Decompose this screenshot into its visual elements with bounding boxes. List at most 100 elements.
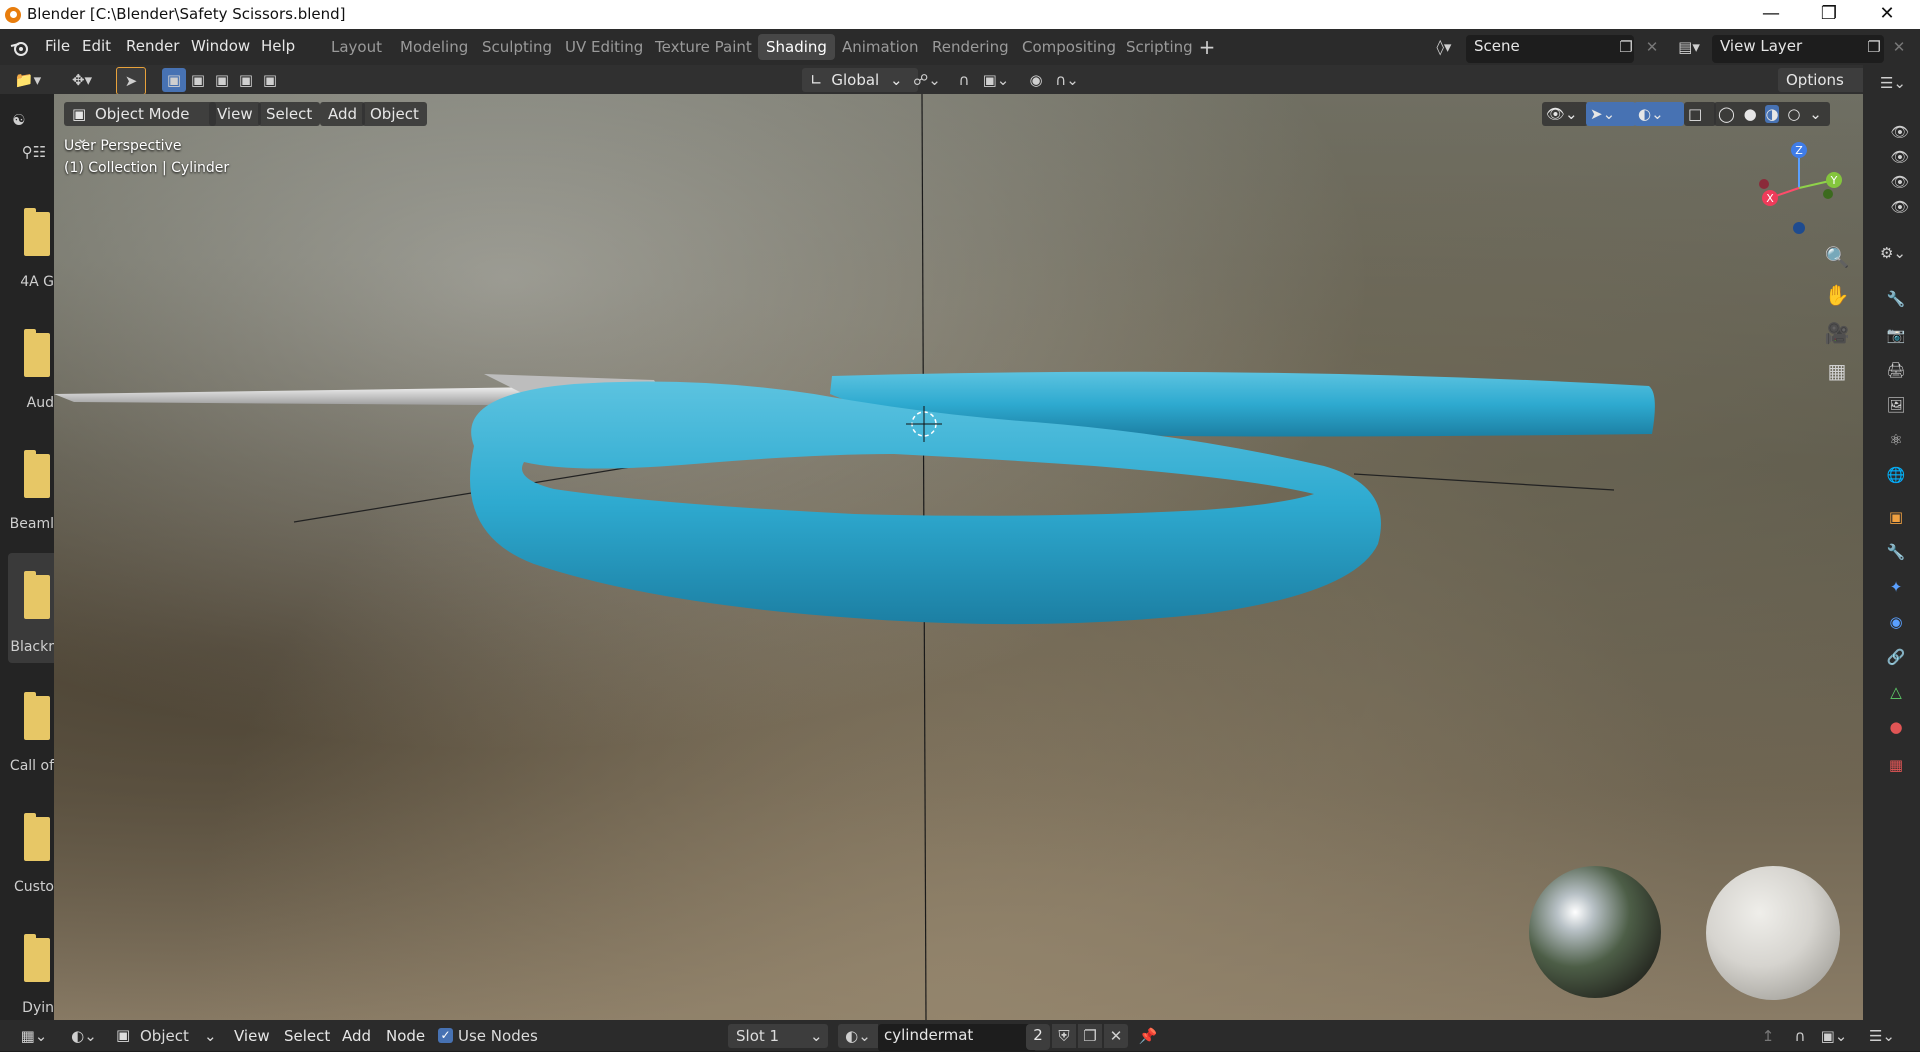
menu-help[interactable]: Help xyxy=(261,37,295,55)
solid-shading-icon[interactable]: ● xyxy=(1744,105,1757,123)
tab-scripting[interactable]: Scripting xyxy=(1118,34,1201,60)
modifier-properties-icon[interactable]: 🔧 xyxy=(1881,538,1911,566)
close-icon[interactable]: ✕ xyxy=(1858,0,1916,29)
list-item[interactable]: Dyin xyxy=(0,920,54,1030)
object-properties-icon[interactable]: ▣ xyxy=(1881,503,1911,531)
scene-properties-icon[interactable]: ⚛ xyxy=(1881,426,1911,454)
shader-node-menu[interactable]: Node xyxy=(386,1027,425,1045)
tab-modeling[interactable]: Modeling xyxy=(392,34,476,60)
output-properties-icon[interactable]: 🖨 xyxy=(1881,356,1911,384)
visibility-filter-icon[interactable]: 👁⌄ xyxy=(1542,102,1588,126)
shader-editor-type-icon[interactable]: ▦⌄ xyxy=(14,1024,54,1048)
shader-type-icon[interactable]: ◐⌄ xyxy=(66,1024,102,1048)
wireframe-shading-icon[interactable]: ◯ xyxy=(1718,105,1735,123)
perspective-toggle-icon[interactable]: ▦ xyxy=(1822,356,1852,386)
chevron-down-icon[interactable]: ⌄ xyxy=(1809,105,1822,123)
new-scene-icon[interactable]: ❐ xyxy=(1614,35,1638,59)
node-sidebar-toggle-icon[interactable]: ☰⌄ xyxy=(1864,1024,1900,1048)
list-item[interactable]: Custo xyxy=(0,799,54,909)
menu-window[interactable]: Window xyxy=(191,37,250,55)
maximize-icon[interactable]: ❐ xyxy=(1800,0,1858,29)
eye-icon[interactable]: 👁 xyxy=(1887,171,1913,193)
tab-texture-paint[interactable]: Texture Paint xyxy=(647,34,760,60)
unlink-material-icon[interactable]: ✕ xyxy=(1104,1024,1128,1048)
select-tool-icon[interactable]: ➤ xyxy=(116,67,146,95)
proportional-falloff-icon[interactable]: ∩⌄ xyxy=(1050,68,1084,92)
mode-dropdown[interactable]: ▣ Object Mode ⌄ xyxy=(64,102,216,147)
select-mode-intersect-icon[interactable]: ▣ xyxy=(258,68,282,92)
parent-node-tree-icon[interactable]: ↥ xyxy=(1756,1024,1780,1048)
menu-edit[interactable]: Edit xyxy=(82,37,111,55)
3d-viewport[interactable]: ▣ Object Mode ⌄ View Select Add Object U… xyxy=(54,94,1863,1020)
snap-toggle-icon[interactable]: ∩ xyxy=(952,68,976,92)
tab-shading[interactable]: Shading xyxy=(758,34,835,60)
eye-icon[interactable]: 👁 xyxy=(1887,146,1913,168)
tool-properties-icon[interactable]: 🔧 xyxy=(1881,285,1911,313)
delete-scene-icon[interactable]: ✕ xyxy=(1641,35,1663,59)
add-menu[interactable]: Add xyxy=(320,102,366,126)
tab-sculpting[interactable]: Sculpting xyxy=(474,34,560,60)
world-properties-icon[interactable]: 🌐 xyxy=(1881,461,1911,489)
browse-material-icon[interactable]: ◐⌄ xyxy=(838,1024,878,1048)
list-item[interactable]: Aud xyxy=(0,315,54,425)
3d-editor-type-icon[interactable]: ✥▾ xyxy=(62,68,102,92)
material-users-count[interactable]: 2 xyxy=(1026,1024,1050,1050)
camera-view-icon[interactable]: 🎥 xyxy=(1822,318,1852,348)
overlay-toggle-icon[interactable]: ◐⌄ xyxy=(1634,102,1684,126)
new-material-icon[interactable]: ❐ xyxy=(1078,1024,1102,1048)
view-menu[interactable]: View xyxy=(209,102,261,126)
list-item[interactable]: Beaml xyxy=(0,436,54,546)
proportional-edit-icon[interactable]: ◉ xyxy=(1024,68,1048,92)
snap-node-element-icon[interactable]: ▣⌄ xyxy=(1814,1024,1854,1048)
shader-add-menu[interactable]: Add xyxy=(342,1027,371,1045)
xray-toggle-icon[interactable]: □ xyxy=(1684,102,1716,126)
pin-icon[interactable]: 📌 xyxy=(1136,1024,1160,1048)
view-layer-field[interactable]: View Layer xyxy=(1712,35,1884,63)
use-nodes-checkbox[interactable]: ✓ Use Nodes xyxy=(436,1025,556,1047)
shader-select-menu[interactable]: Select xyxy=(284,1027,330,1045)
view-layer-selector-icon[interactable]: ▤▾ xyxy=(1672,35,1706,59)
list-item-selected[interactable]: Blackr xyxy=(8,553,54,663)
eye-icon[interactable]: 👁 xyxy=(1887,196,1913,218)
rendered-shading-icon[interactable]: ○ xyxy=(1787,105,1800,123)
file-browser-editor-type-icon[interactable]: 📁▾ xyxy=(6,68,50,92)
tab-layout[interactable]: Layout xyxy=(323,34,390,60)
list-item[interactable]: 4A G xyxy=(0,194,54,304)
select-mode-new-icon[interactable]: ▣ xyxy=(162,68,186,92)
menu-render[interactable]: Render xyxy=(126,37,179,55)
fake-user-shield-icon[interactable]: ⛨ xyxy=(1052,1024,1076,1048)
select-mode-subtract-icon[interactable]: ▣ xyxy=(210,68,234,92)
eye-icon[interactable]: 👁 xyxy=(1887,121,1913,143)
data-properties-icon[interactable]: △ xyxy=(1881,678,1911,706)
select-menu[interactable]: Select xyxy=(258,102,321,126)
delete-view-layer-icon[interactable]: ✕ xyxy=(1888,35,1910,59)
file-browser-toggle-icon[interactable]: ☯ xyxy=(4,108,34,132)
tab-animation[interactable]: Animation xyxy=(834,34,926,60)
physics-properties-icon[interactable]: ◉ xyxy=(1881,608,1911,636)
shader-view-menu[interactable]: View xyxy=(234,1027,270,1045)
gizmo-toggle-icon[interactable]: ➤⌄ xyxy=(1586,102,1636,126)
pan-hand-icon[interactable]: ✋ xyxy=(1822,280,1852,310)
material-properties-icon[interactable]: ● xyxy=(1881,713,1911,741)
slot-dropdown[interactable]: Slot 1 ⌄ xyxy=(728,1024,828,1048)
blender-menu-icon[interactable] xyxy=(8,37,30,59)
menu-file[interactable]: File xyxy=(45,37,70,55)
navigation-gizmo[interactable]: Z Y X xyxy=(1754,138,1844,238)
options-dropdown[interactable]: Options ⌄ xyxy=(1778,68,1870,113)
shader-object-dropdown[interactable]: ▣ Object ⌄ xyxy=(112,1024,218,1048)
scene-selector-icon[interactable]: ◊▾ xyxy=(1428,35,1460,59)
minimize-icon[interactable]: — xyxy=(1742,0,1800,29)
material-preview-shading-icon[interactable]: ◑ xyxy=(1765,105,1779,123)
zoom-icon[interactable]: 🔍 xyxy=(1822,242,1852,272)
snap-target-icon[interactable]: ▣⌄ xyxy=(976,68,1016,92)
outliner-editor-type-icon[interactable]: ☰⌄ xyxy=(1875,71,1911,95)
snap-node-icon[interactable]: ∩ xyxy=(1788,1024,1812,1048)
constraints-properties-icon[interactable]: 🔗 xyxy=(1881,643,1911,671)
pivot-point-icon[interactable]: ☍⌄ xyxy=(910,68,944,92)
search-filter-icon[interactable]: ⚲☷ xyxy=(14,140,54,164)
select-mode-extend-icon[interactable]: ▣ xyxy=(186,68,210,92)
particles-properties-icon[interactable]: ✦ xyxy=(1881,573,1911,601)
transform-orientation-dropdown[interactable]: ∟ Global ⌄ xyxy=(802,68,918,92)
properties-editor-type-icon[interactable]: ⚙⌄ xyxy=(1873,241,1913,265)
list-item[interactable]: Call of xyxy=(0,678,54,788)
